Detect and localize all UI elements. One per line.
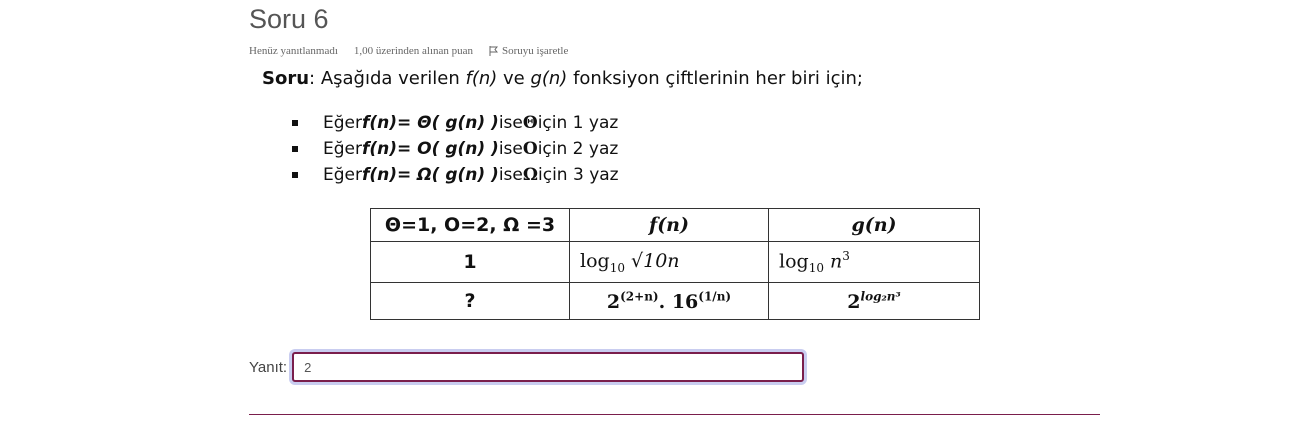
rule-item: Eğer f(n)= O( g(n) ) ise O için 2 yaz: [292, 136, 619, 162]
flag-question-link[interactable]: Soruyu işaretle: [489, 45, 568, 57]
table-row: ? 2(2+n). 16(1/n) 2log₂n³: [370, 282, 980, 320]
row-f-cell: 2(2+n). 16(1/n): [569, 282, 769, 320]
question-meta: Henüz yanıtlanmadı 1,00 üzerinden alınan…: [249, 45, 568, 57]
table-header-row: Θ=1, O=2, Ω =3 f(n) g(n): [370, 208, 980, 242]
rule-item: Eğer f(n)= Θ( g(n) ) ise Θ için 1 yaz: [292, 110, 619, 136]
g-argument: n: [823, 250, 843, 273]
rule-item: Eğer f(n)= Ω( g(n) ) ise Ω için 3 yaz: [292, 162, 619, 188]
g-base: 2: [847, 290, 861, 313]
prompt-text-3: fonksiyon çiftlerinin her biri için;: [567, 68, 863, 89]
row-f-cell: log10 √10n: [569, 241, 769, 283]
question-title: Soru 6: [249, 4, 329, 34]
rule-symbol: Ω: [522, 165, 539, 185]
rule-mid: ise: [498, 165, 523, 185]
table-row: 1 log10 √10n log10 n3: [370, 241, 980, 283]
g-exponent: log₂n³: [860, 289, 901, 304]
header-g-text: g(n): [851, 214, 897, 236]
row-label: ?: [370, 282, 570, 320]
bullet-marker: [292, 146, 298, 152]
divider: [249, 414, 1100, 415]
points-text: 1,00 üzerinden alınan puan: [353, 45, 474, 57]
function-table: Θ=1, O=2, Ω =3 f(n) g(n) 1 log10 √10n lo…: [370, 208, 980, 320]
prompt-f: f(n): [465, 68, 498, 89]
rule-prefix: Eğer: [323, 113, 362, 133]
table-header-legend: Θ=1, O=2, Ω =3: [370, 208, 570, 242]
rule-suffix: için 1 yaz: [537, 113, 619, 133]
row-g-cell: log10 n3: [768, 241, 980, 283]
f-log-base: 10: [609, 260, 625, 275]
f-exponent-a: (2+n): [620, 289, 659, 304]
rule-mid: ise: [498, 113, 523, 133]
rule-mid: ise: [498, 139, 523, 159]
flag-label: Soruyu işaretle: [502, 45, 569, 57]
bullet-marker: [292, 172, 298, 178]
prompt-text-2: ve: [497, 68, 531, 89]
prompt-bold: Soru: [262, 68, 310, 89]
status-text: Henüz yanıtlanmadı: [249, 45, 338, 57]
f-log: log: [580, 249, 610, 272]
f-base-a: 2: [606, 290, 621, 313]
answer-label: Yanıt:: [249, 358, 288, 376]
rule-suffix: için 2 yaz: [537, 139, 619, 159]
table-header-f: f(n): [569, 208, 769, 242]
g-log-base: 10: [808, 261, 824, 276]
header-f-text: f(n): [649, 214, 689, 236]
f-exponent-b: (1/n): [698, 289, 732, 304]
answer-input[interactable]: [292, 352, 805, 382]
rule-expression: f(n)= Ω( g(n) ): [361, 165, 499, 185]
row-g-cell: 2log₂n³: [768, 282, 980, 320]
f-argument: √10n: [624, 249, 680, 272]
rule-suffix: için 3 yaz: [538, 165, 619, 185]
bullet-marker: [292, 120, 298, 126]
g-exponent: 3: [842, 248, 850, 263]
rule-prefix: Eğer: [323, 139, 362, 159]
rule-symbol: Θ: [522, 113, 538, 133]
question-text: Soru: Aşağıda verilen f(n) ve g(n) fonks…: [262, 68, 863, 89]
answer-row: Yanıt:: [249, 352, 805, 382]
rule-symbol: O: [522, 139, 538, 159]
row-label: 1: [370, 241, 570, 283]
g-log: log: [779, 250, 809, 273]
flag-icon: [489, 46, 499, 56]
prompt-text-1: : Aşağıda verilen: [309, 68, 466, 89]
rule-list: Eğer f(n)= Θ( g(n) ) ise Θ için 1 yaz Eğ…: [292, 110, 619, 188]
table-header-g: g(n): [768, 208, 980, 242]
rule-expression: f(n)= O( g(n) ): [361, 139, 499, 159]
f-base-b: . 16: [658, 290, 699, 313]
rule-expression: f(n)= Θ( g(n) ): [361, 113, 499, 133]
prompt-g: g(n): [530, 68, 568, 89]
rule-prefix: Eğer: [323, 165, 362, 185]
